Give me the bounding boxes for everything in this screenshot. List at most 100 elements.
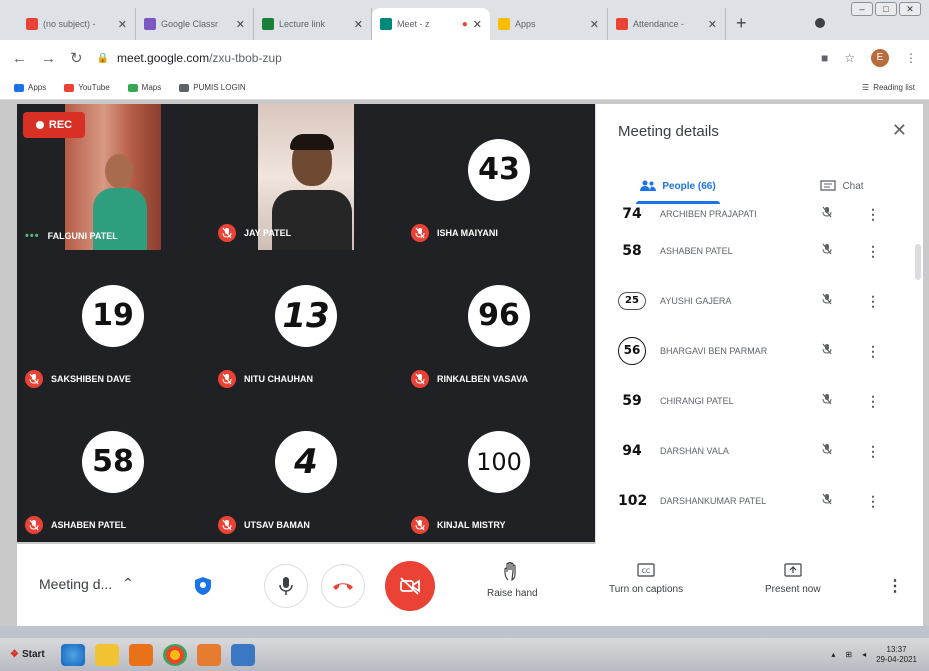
captions-button[interactable]: CC Turn on captions: [609, 562, 683, 595]
video-grid: REC ••• FALGUNI PATEL JAY PATEL 43 ISHA MAI…: [17, 104, 595, 542]
participant-tile[interactable]: 13 NITU CHAUHAN: [210, 250, 402, 396]
minimize-button[interactable]: –: [851, 2, 873, 16]
browser-tab[interactable]: Google Classr ✕: [136, 8, 254, 40]
close-tab-icon[interactable]: ✕: [708, 18, 717, 31]
close-tab-icon[interactable]: ✕: [590, 18, 599, 31]
bookmark-star-icon[interactable]: ☆: [844, 51, 855, 65]
people-list-scrollbar[interactable]: [915, 244, 921, 280]
browser-menu-icon[interactable]: ⋮: [905, 51, 917, 65]
browser-tab[interactable]: Lecture link ✕: [254, 8, 372, 40]
muted-mic-icon[interactable]: [822, 292, 832, 310]
participant-list-item[interactable]: 74 ARCHIBEN PRAJAPATI ⋮: [596, 202, 916, 226]
volume-icon[interactable]: ◂: [862, 650, 866, 659]
more-actions-icon[interactable]: ⋮: [866, 443, 880, 460]
chrome-icon[interactable]: [162, 643, 187, 666]
media-player-icon[interactable]: [128, 643, 153, 666]
close-window-button[interactable]: ✕: [899, 2, 921, 16]
more-options-icon[interactable]: ⋮: [887, 576, 903, 596]
svg-text:CC: CC: [642, 568, 650, 575]
tab-search-icon[interactable]: [815, 18, 825, 28]
participant-nameplate: SAKSHIBEN DAVE: [25, 370, 131, 388]
participant-tile[interactable]: 100 KINJAL MISTRY: [403, 396, 595, 542]
close-tab-icon[interactable]: ✕: [236, 18, 245, 31]
participant-tile[interactable]: 58 ASHABEN PATEL: [17, 396, 209, 542]
bookmark-item[interactable]: YouTube: [64, 83, 110, 92]
leave-call-button[interactable]: [321, 564, 365, 608]
rec-label: REC: [48, 119, 73, 131]
url-path: /zxu-tbob-zup: [209, 51, 282, 65]
muted-mic-icon: [218, 516, 236, 534]
close-panel-button[interactable]: ✕: [892, 120, 907, 141]
muted-mic-icon: [218, 224, 236, 242]
participant-tile[interactable]: JAY PATEL: [210, 104, 402, 250]
new-tab-button[interactable]: +: [726, 13, 757, 40]
close-tab-icon[interactable]: ✕: [354, 18, 363, 31]
start-button[interactable]: ❖ Start: [4, 646, 51, 663]
more-actions-icon[interactable]: ⋮: [866, 206, 880, 223]
microphone-icon: [279, 577, 293, 595]
tab-chat[interactable]: Chat: [760, 168, 924, 204]
people-list: 74 ARCHIBEN PRAJAPATI ⋮ 58 ASHABEN PATEL ⋮ 25 A…: [596, 202, 916, 544]
microphone-button[interactable]: [264, 564, 308, 608]
browser-tab[interactable]: Meet - z ● ✕: [372, 8, 490, 40]
profile-avatar[interactable]: E: [871, 49, 889, 67]
system-clock[interactable]: 13:37 29-04-2021: [876, 645, 917, 665]
muted-mic-icon[interactable]: [822, 342, 832, 360]
bookmark-item[interactable]: Maps: [127, 83, 161, 92]
reading-list-button[interactable]: ☰ Reading list: [862, 83, 915, 92]
back-button[interactable]: ←: [12, 50, 27, 67]
muted-mic-icon[interactable]: [822, 392, 832, 410]
muted-mic-icon[interactable]: [822, 492, 832, 510]
url-field[interactable]: 🔒 meet.google.com/zxu-tbob-zup: [97, 51, 807, 65]
forward-button[interactable]: →: [41, 50, 56, 67]
presentation-app-icon[interactable]: [196, 643, 221, 666]
close-tab-icon[interactable]: ✕: [118, 18, 127, 31]
meeting-details-button[interactable]: Meeting d... ⌃: [39, 575, 134, 592]
more-actions-icon[interactable]: ⋮: [866, 293, 880, 310]
participant-tile[interactable]: 19 SAKSHIBEN DAVE: [17, 250, 209, 396]
bookmark-label: YouTube: [78, 83, 110, 92]
muted-mic-icon[interactable]: [822, 205, 832, 223]
participant-tile[interactable]: 96 RINKALBEN VASAVA: [403, 250, 595, 396]
camera-button[interactable]: [385, 561, 435, 611]
raise-hand-label: Raise hand: [487, 588, 538, 599]
network-icon[interactable]: ⊞: [845, 650, 852, 659]
file-explorer-icon[interactable]: [94, 643, 119, 666]
camera-off-icon: [400, 577, 420, 595]
more-actions-icon[interactable]: ⋮: [866, 343, 880, 360]
camera-in-use-icon[interactable]: ■: [821, 51, 828, 65]
browser-tab[interactable]: Attendance - ✕: [608, 8, 726, 40]
maximize-button[interactable]: □: [875, 2, 897, 16]
close-tab-icon[interactable]: ✕: [473, 18, 482, 31]
reload-button[interactable]: ↻: [70, 49, 83, 67]
internet-explorer-icon[interactable]: [60, 643, 85, 666]
more-actions-icon[interactable]: ⋮: [866, 393, 880, 410]
tab-title: Lecture link: [279, 19, 326, 29]
more-actions-icon[interactable]: ⋮: [866, 243, 880, 260]
participant-nameplate: NITU CHAUHAN: [218, 370, 313, 388]
participant-list-item[interactable]: 56 BHARGAVI BEN PARMAR ⋮: [596, 326, 916, 376]
tray-arrow-icon[interactable]: ▴: [831, 650, 835, 659]
participant-tile[interactable]: 43 ISHA MAIYANI: [403, 104, 595, 250]
muted-mic-icon: [25, 370, 43, 388]
participant-list-item[interactable]: 59 CHIRANGI PATEL ⋮: [596, 376, 916, 426]
browser-tab[interactable]: Apps ✕: [490, 8, 608, 40]
raise-hand-button[interactable]: Raise hand: [487, 562, 538, 599]
bookmark-item[interactable]: Apps: [14, 83, 46, 92]
present-now-button[interactable]: Present now: [765, 562, 821, 595]
muted-mic-icon[interactable]: [822, 442, 832, 460]
more-actions-icon[interactable]: ⋮: [866, 493, 880, 510]
participant-list-item[interactable]: 102 DARSHANKUMAR PATEL ⋮: [596, 476, 916, 526]
participant-name: KINJAL MISTRY: [437, 520, 506, 530]
participant-tile[interactable]: 4 UTSAV BAMAN: [210, 396, 402, 542]
document-app-icon[interactable]: [230, 643, 255, 666]
muted-mic-icon[interactable]: [822, 242, 832, 260]
participant-list-item[interactable]: 94 DARSHAN VALA ⋮: [596, 426, 916, 476]
host-controls-button[interactable]: [181, 564, 225, 608]
browser-tab[interactable]: (no subject) - ✕: [18, 8, 136, 40]
bookmark-item[interactable]: PUMIS LOGIN: [179, 83, 246, 92]
clock-date: 29-04-2021: [876, 654, 917, 664]
tab-people[interactable]: People (66): [596, 168, 760, 204]
participant-list-item[interactable]: 25 AYUSHI GAJERA ⋮: [596, 276, 916, 326]
participant-list-item[interactable]: 58 ASHABEN PATEL ⋮: [596, 226, 916, 276]
